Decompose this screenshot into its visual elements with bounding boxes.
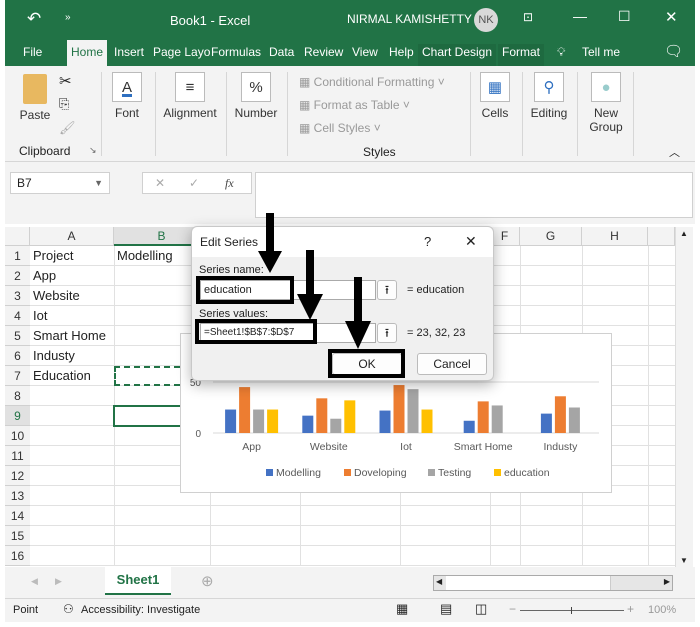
accessibility-icon: ⚇ xyxy=(63,602,74,616)
new-sheet-icon[interactable]: ⊕ xyxy=(201,572,214,590)
sheet-tab-sheet1[interactable]: Sheet1 xyxy=(105,567,171,595)
page-break-icon[interactable]: ◫ xyxy=(475,601,487,617)
scrollbar-thumb[interactable] xyxy=(446,576,611,590)
zoom-slider[interactable] xyxy=(520,607,624,614)
scroll-left-icon[interactable]: ◀ xyxy=(436,577,442,586)
arrow-icon xyxy=(297,250,323,320)
annotation-arrows xyxy=(258,213,371,349)
prev-sheet-icon[interactable]: ◀ xyxy=(31,576,38,587)
accessibility-status[interactable]: Accessibility: Investigate xyxy=(81,604,200,616)
arrow-icon xyxy=(258,213,282,273)
normal-view-icon[interactable]: ▦ xyxy=(396,601,408,617)
zoom-out-icon[interactable]: − xyxy=(509,602,516,616)
horizontal-scrollbar[interactable]: ◀ ▶ xyxy=(433,575,673,591)
scroll-right-icon[interactable]: ▶ xyxy=(664,577,670,586)
zoom-in-icon[interactable]: + xyxy=(627,602,634,616)
status-bar: Point ⚇ Accessibility: Investigate ▦ ▤ ◫… xyxy=(5,598,695,622)
page-layout-icon[interactable]: ▤ xyxy=(440,601,452,617)
zoom-slider-thumb[interactable] xyxy=(571,607,572,614)
zoom-level[interactable]: 100% xyxy=(648,604,676,616)
status-mode: Point xyxy=(13,604,39,616)
next-sheet-icon[interactable]: ▶ xyxy=(55,576,62,587)
arrow-icon xyxy=(345,277,371,349)
sheet-tabs-bar: ◀ ▶ Sheet1 ⊕ ◀ ▶ xyxy=(5,567,695,598)
